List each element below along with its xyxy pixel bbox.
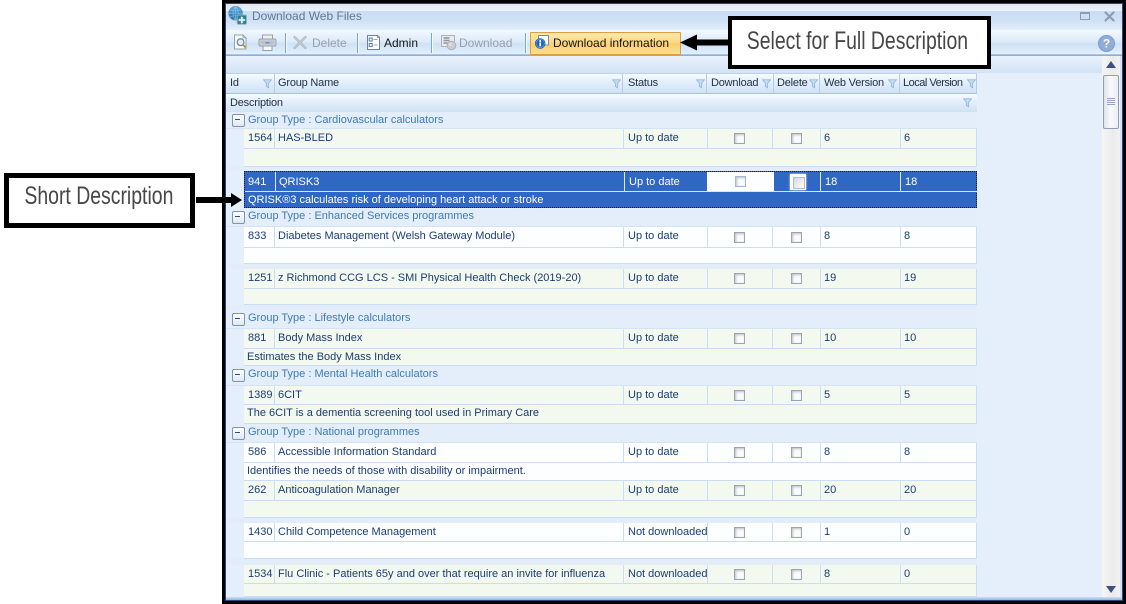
svg-text:?: ? <box>1103 37 1110 51</box>
